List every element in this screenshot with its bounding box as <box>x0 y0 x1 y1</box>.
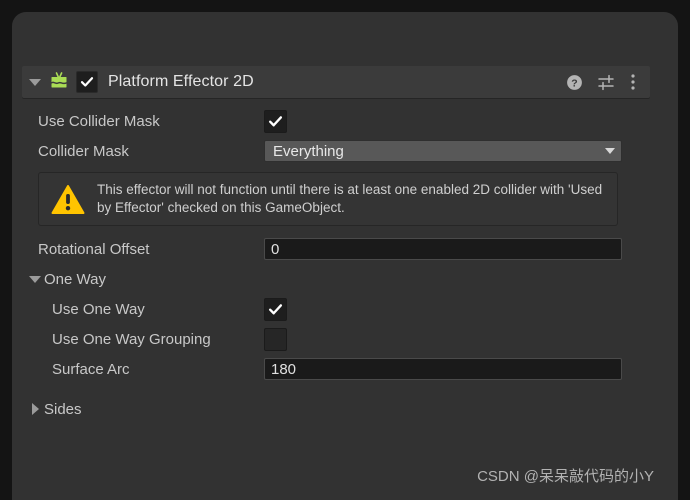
checkbox-use-collider-mask[interactable] <box>264 109 287 133</box>
checkbox-use-one-way-grouping[interactable] <box>264 327 287 351</box>
component-enabled-checkbox[interactable] <box>76 71 98 93</box>
label-rotational-offset: Rotational Offset <box>38 240 150 258</box>
label-surface-arc: Surface Arc <box>52 360 130 378</box>
label-collider-mask: Collider Mask <box>38 142 129 160</box>
watermark: CSDN @呆呆敲代码的小Y <box>477 468 654 485</box>
inspector-panel: Platform Effector 2D ? Use Collider Mask… <box>12 12 678 500</box>
row-use-one-way: Use One Way <box>12 294 678 324</box>
foldout-one-way[interactable]: One Way <box>12 264 678 294</box>
help-icon[interactable]: ? <box>566 74 583 91</box>
platform-effector-2d-icon <box>51 72 67 88</box>
foldout-sides-label: Sides <box>44 400 82 418</box>
row-surface-arc: Surface Arc 180 <box>12 354 678 384</box>
inspector-body: Use Collider Mask Collider Mask Everythi… <box>12 106 678 424</box>
dropdown-collider-mask[interactable]: Everything <box>264 140 622 162</box>
row-collider-mask: Collider Mask Everything <box>12 136 678 166</box>
chevron-down-icon <box>29 78 41 86</box>
row-use-one-way-grouping: Use One Way Grouping <box>12 324 678 354</box>
input-rotational-offset[interactable]: 0 <box>264 238 622 260</box>
component-foldout-toggle[interactable] <box>24 78 46 86</box>
label-use-one-way-grouping: Use One Way Grouping <box>52 330 211 348</box>
checkmark-icon <box>268 303 283 314</box>
label-use-one-way: Use One Way <box>52 300 145 318</box>
screenshot-root: Platform Effector 2D ? Use Collider Mask… <box>0 0 690 500</box>
foldout-sides[interactable]: Sides <box>12 394 678 424</box>
warning-text: This effector will not function until th… <box>97 182 603 215</box>
input-surface-arc[interactable]: 180 <box>264 358 622 380</box>
warning-triangle-icon <box>51 184 85 214</box>
component-header[interactable]: Platform Effector 2D ? <box>22 66 650 98</box>
svg-text:?: ? <box>571 77 577 89</box>
chevron-right-icon <box>26 403 44 415</box>
chevron-down-icon <box>26 275 44 283</box>
input-rotational-offset-value: 0 <box>271 240 280 258</box>
chevron-down-icon <box>605 148 615 154</box>
component-header-tools: ? <box>566 73 650 91</box>
dropdown-collider-mask-value: Everything <box>273 142 344 160</box>
checkbox-use-one-way[interactable] <box>264 297 287 321</box>
row-rotational-offset: Rotational Offset 0 <box>12 234 678 264</box>
label-use-collider-mask: Use Collider Mask <box>38 112 160 130</box>
more-options-icon[interactable] <box>630 73 636 91</box>
row-use-collider-mask: Use Collider Mask <box>12 106 678 136</box>
checkmark-icon <box>80 77 94 87</box>
input-surface-arc-value: 180 <box>271 360 297 378</box>
preset-settings-icon[interactable] <box>597 74 616 91</box>
component-title: Platform Effector 2D <box>108 73 254 90</box>
checkmark-icon <box>268 115 283 126</box>
warning-helpbox: This effector will not function until th… <box>38 172 618 226</box>
foldout-one-way-label: One Way <box>44 270 106 288</box>
